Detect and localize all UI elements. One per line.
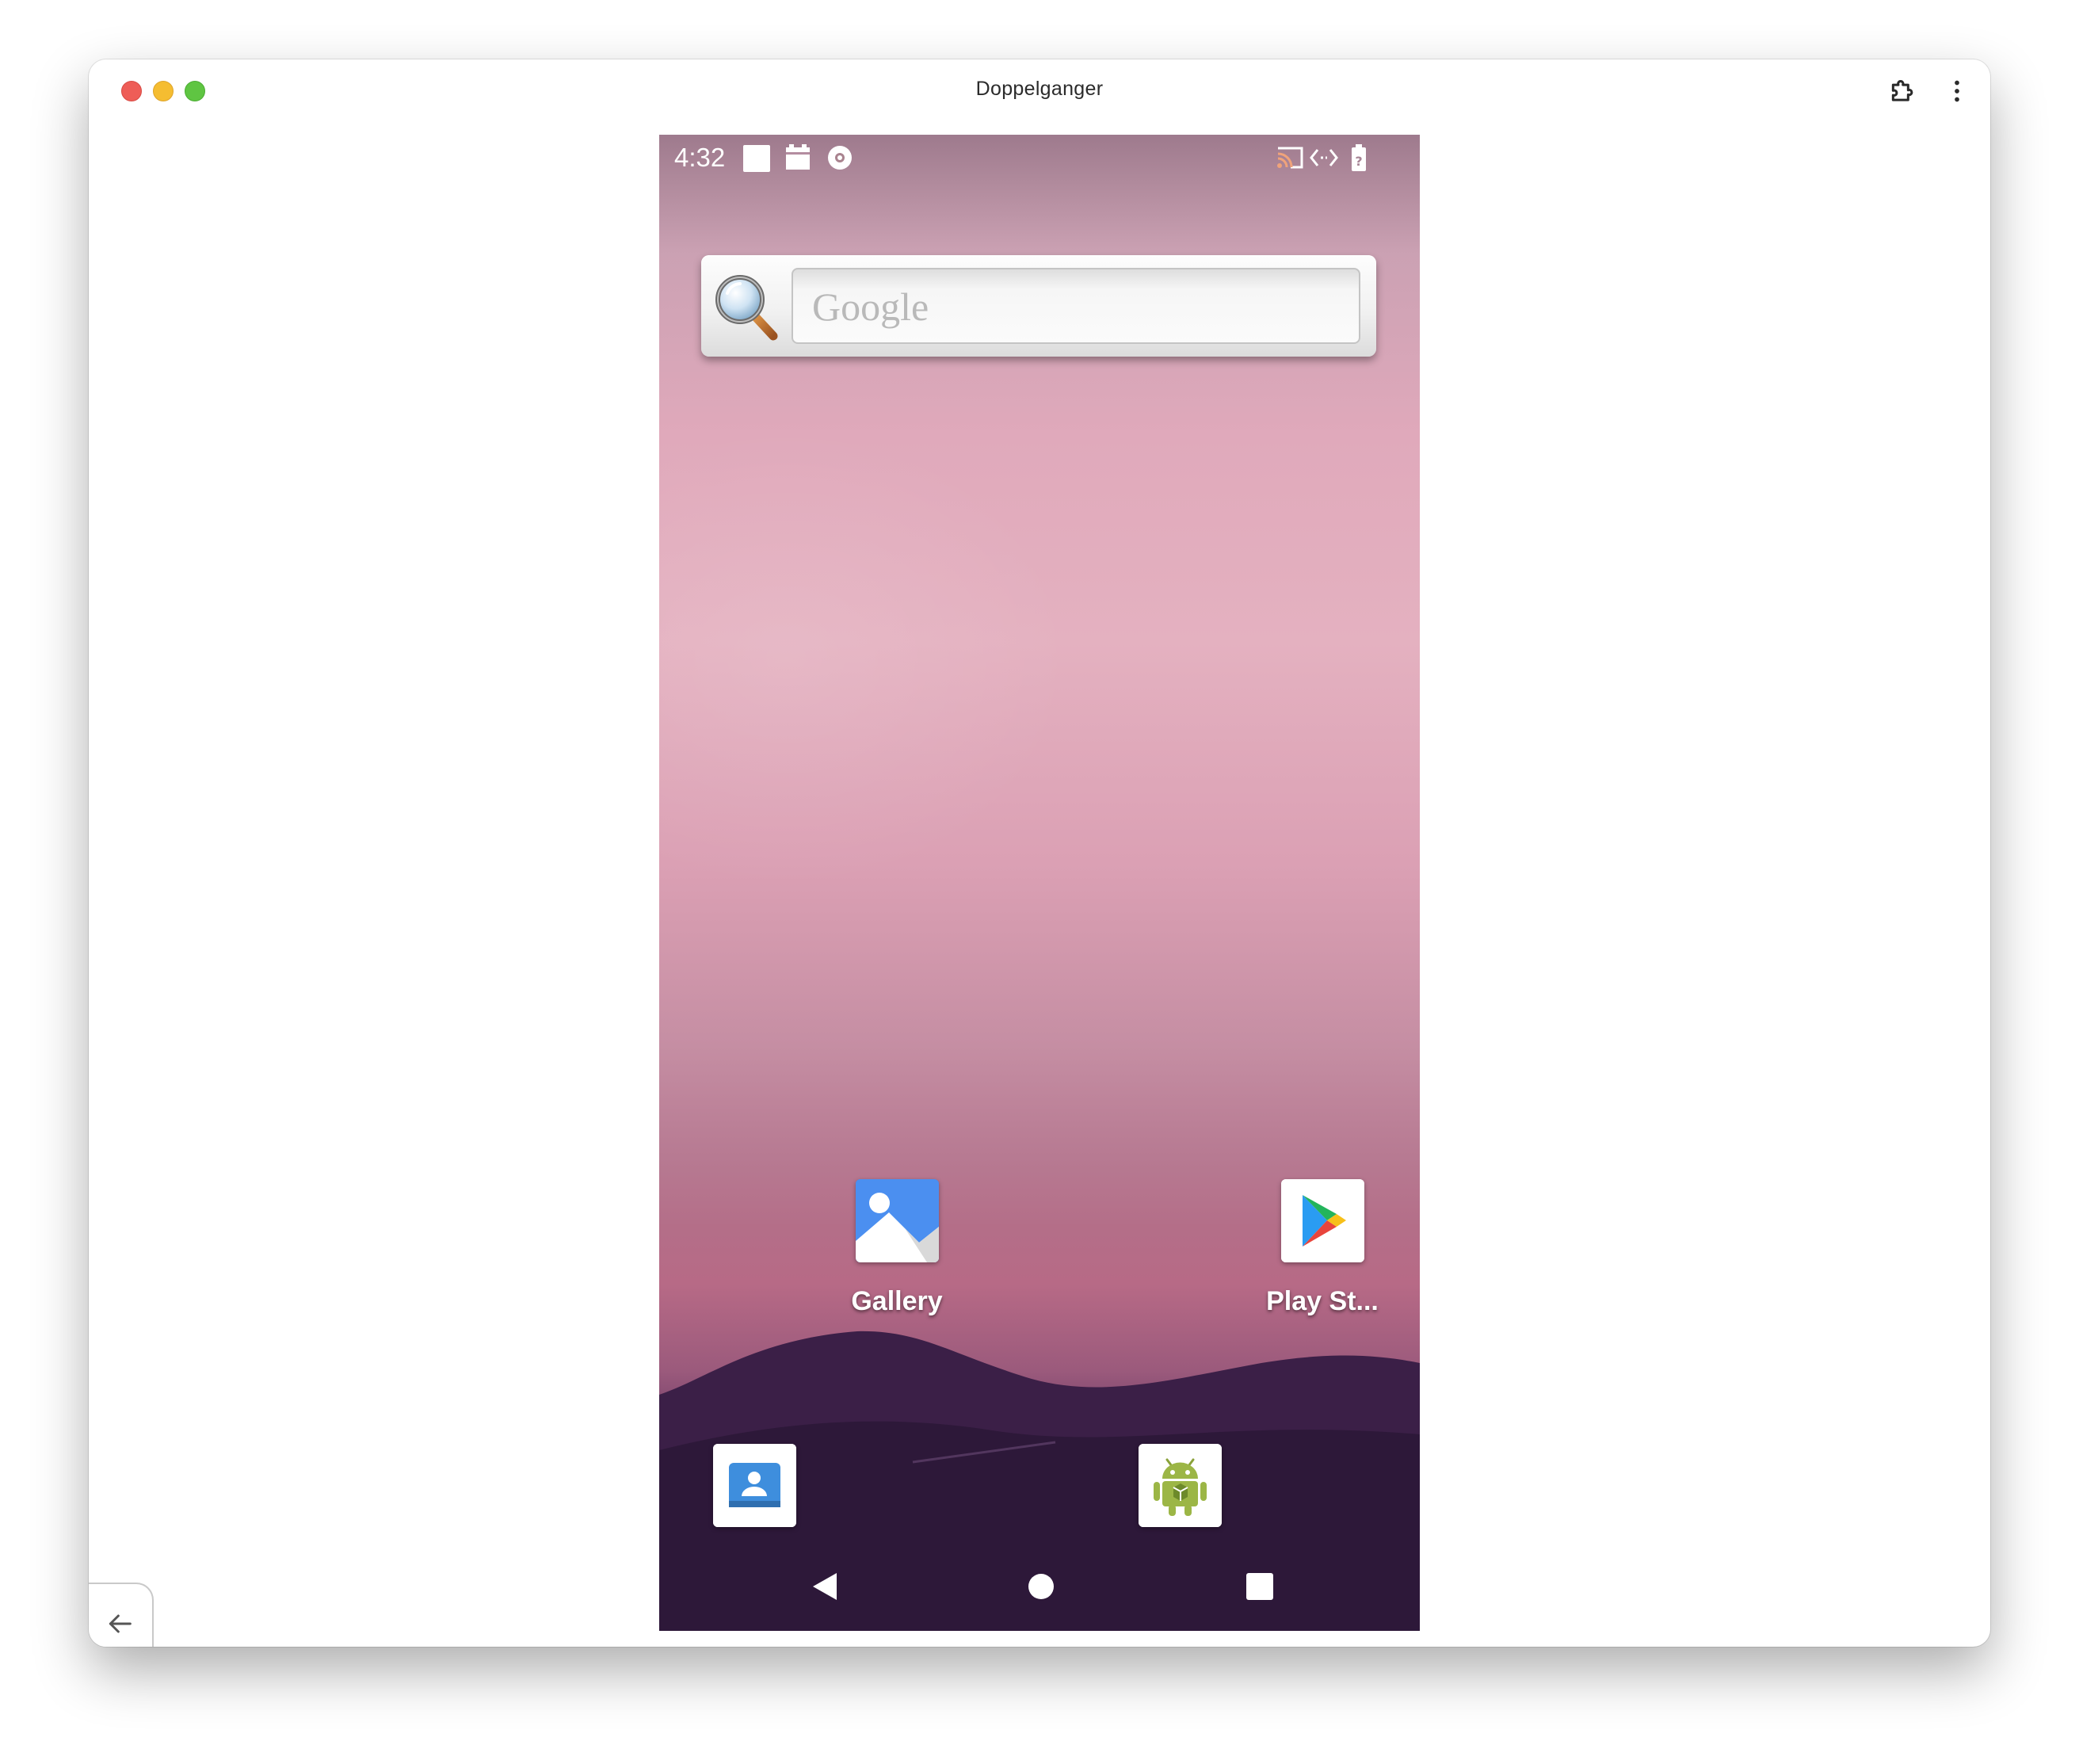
record-icon <box>828 146 852 170</box>
notification-square-icon <box>743 145 770 172</box>
app-label-play-store: Play St... <box>1266 1286 1379 1316</box>
window-title: Doppelganger <box>975 78 1104 100</box>
window-back-button[interactable] <box>89 1583 154 1647</box>
sim-card-icon <box>786 144 810 170</box>
gallery-icon <box>855 1179 939 1262</box>
title-bar: Doppelganger <box>89 59 1990 123</box>
magnifier-icon <box>715 275 778 341</box>
app-window: Doppelganger 4:32 ? Google Gallery Play … <box>89 59 1990 1647</box>
search-placeholder: Google <box>812 284 929 329</box>
status-time: 4:32 <box>674 143 726 172</box>
battery-unknown-icon: ? <box>1352 144 1366 171</box>
app-play-store[interactable]: Play St... <box>1243 1179 1402 1317</box>
status-bar: 4:32 ? <box>659 135 1420 182</box>
app-gallery[interactable]: Gallery <box>818 1179 976 1317</box>
home-circle-icon <box>1028 1574 1054 1599</box>
navigation-bar <box>659 1545 1420 1631</box>
app-label-gallery: Gallery <box>851 1286 943 1316</box>
play-store-icon <box>1280 1179 1364 1262</box>
nav-back-button[interactable] <box>802 1563 849 1610</box>
nav-recents-button[interactable] <box>1236 1563 1284 1610</box>
arrow-left-icon <box>109 1614 132 1633</box>
more-options-button[interactable] <box>1940 74 1974 109</box>
more-vert-icon <box>1955 80 1959 102</box>
code-brackets-icon <box>1310 149 1338 166</box>
google-search-widget[interactable]: Google <box>701 255 1376 357</box>
back-triangle-icon <box>813 1573 837 1600</box>
svg-text:?: ? <box>1355 154 1362 169</box>
extensions-button[interactable] <box>1886 74 1921 109</box>
dock-android-app[interactable] <box>1101 1444 1259 1527</box>
android-app-icon <box>1138 1444 1222 1527</box>
nav-home-button[interactable] <box>1017 1563 1065 1610</box>
dock-contacts[interactable] <box>675 1444 834 1527</box>
device-screen[interactable]: 4:32 ? Google Gallery Play St... <box>659 135 1420 1631</box>
cast-icon <box>1277 147 1303 169</box>
extensions-icon <box>1891 80 1913 101</box>
contacts-icon <box>712 1444 796 1527</box>
search-input[interactable]: Google <box>792 268 1360 344</box>
recents-square-icon <box>1246 1573 1273 1600</box>
